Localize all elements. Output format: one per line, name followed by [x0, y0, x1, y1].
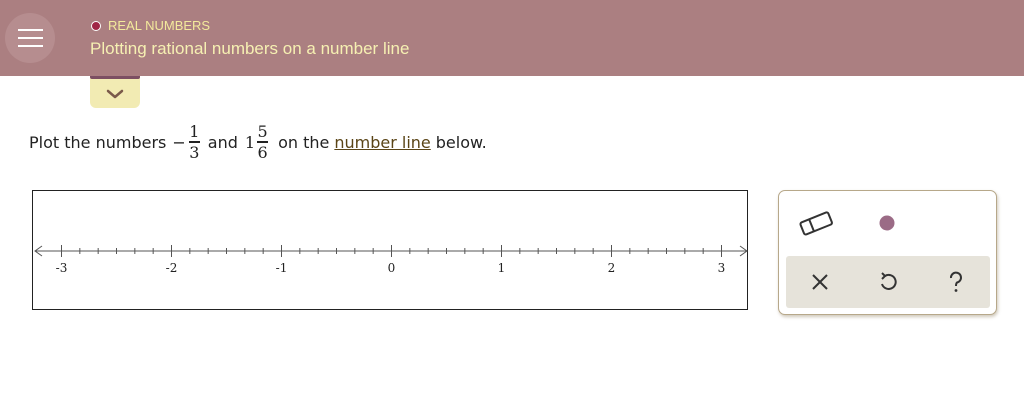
collapse-toggle-button[interactable]: [90, 76, 140, 108]
tick-label: -2: [166, 261, 178, 275]
number-line-area[interactable]: -3 -2 -1 0 1 2 3: [32, 190, 748, 310]
fraction1: 1 3: [188, 122, 200, 162]
clear-button[interactable]: [802, 264, 838, 300]
eraser-button[interactable]: [795, 205, 837, 241]
menu-button[interactable]: [5, 13, 55, 63]
question-prefix: Plot the numbers: [29, 132, 167, 152]
number-line-link[interactable]: number line: [334, 133, 430, 152]
fraction1-numerator: 1: [189, 122, 200, 142]
page-title: Plotting rational numbers on a number li…: [90, 39, 410, 58]
tool-action-bar: [786, 256, 990, 308]
tick-label: 3: [718, 261, 726, 275]
fraction1-sign: −: [172, 132, 186, 152]
x-icon: [812, 274, 828, 290]
undo-button[interactable]: [870, 264, 906, 300]
point-tool-button[interactable]: [871, 205, 903, 241]
fraction2: 5 6: [257, 122, 269, 162]
question-text: Plot the numbers − 1 3 and 1 5 6 on the …: [29, 116, 487, 168]
topic-text: REAL NUMBERS: [108, 18, 211, 33]
menu-icon-line: [18, 37, 43, 39]
question-suffix: below.: [435, 132, 487, 152]
topic-label: REAL NUMBERS: [91, 18, 210, 33]
question-conjunction: and: [207, 132, 238, 152]
fraction2-denominator: 6: [257, 142, 268, 162]
tick-label: -3: [56, 261, 68, 275]
fraction2-numerator: 5: [257, 122, 268, 142]
header-bar: REAL NUMBERS Plotting rational numbers o…: [0, 0, 1024, 76]
menu-icon-line: [18, 29, 43, 31]
topic-status-icon: [91, 20, 101, 31]
tick-label: 2: [608, 261, 616, 275]
tools-panel: [778, 190, 997, 315]
fraction1-denominator: 3: [189, 142, 200, 162]
tick-label: -1: [276, 261, 288, 275]
menu-icon-line: [18, 45, 43, 47]
fraction2-whole: 1: [244, 132, 256, 152]
tick-label: 0: [388, 261, 396, 275]
number-line[interactable]: -3 -2 -1 0 1 2 3: [33, 191, 749, 311]
chevron-down-icon: [106, 89, 124, 99]
help-button[interactable]: [938, 264, 974, 300]
undo-icon: [881, 272, 897, 290]
eraser-icon: [799, 211, 833, 236]
question-mid: on the: [278, 132, 330, 152]
tick-label: 1: [498, 261, 506, 275]
question-icon: [950, 271, 962, 292]
point-icon: [879, 215, 895, 231]
